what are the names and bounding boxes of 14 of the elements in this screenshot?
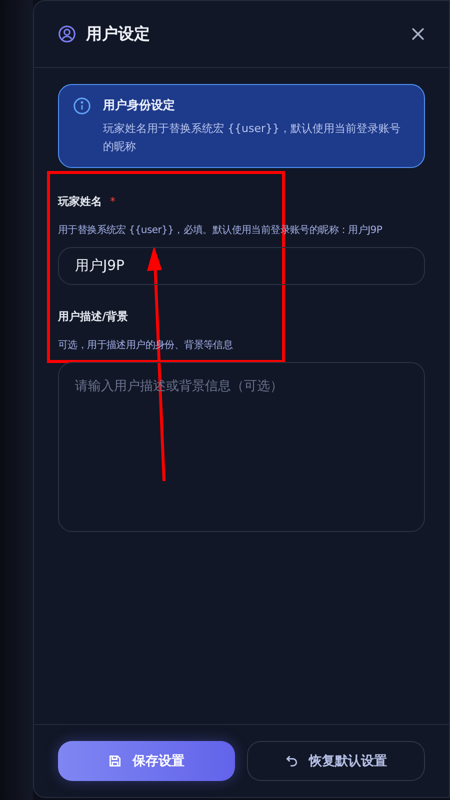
undo-icon xyxy=(284,754,299,768)
dialog-title: 用户设定 xyxy=(86,24,151,44)
field-label: 用户描述/背景 xyxy=(58,309,128,324)
info-icon xyxy=(73,97,91,115)
field-label: 玩家姓名 xyxy=(58,194,102,210)
user-icon xyxy=(58,25,76,43)
name-input[interactable]: 用户J9P xyxy=(58,247,425,286)
info-text: 玩家姓名用于替换系统宏 {{user}}，默认使用当前登录账号的昵称 xyxy=(103,121,402,155)
close-button[interactable] xyxy=(411,27,425,41)
save-icon xyxy=(108,754,122,768)
required-mark: * xyxy=(110,195,116,208)
reset-button[interactable]: 恢复默认设置 xyxy=(246,741,425,781)
info-title: 用户身份设定 xyxy=(103,97,176,114)
save-button[interactable]: 保存设置 xyxy=(58,741,234,781)
